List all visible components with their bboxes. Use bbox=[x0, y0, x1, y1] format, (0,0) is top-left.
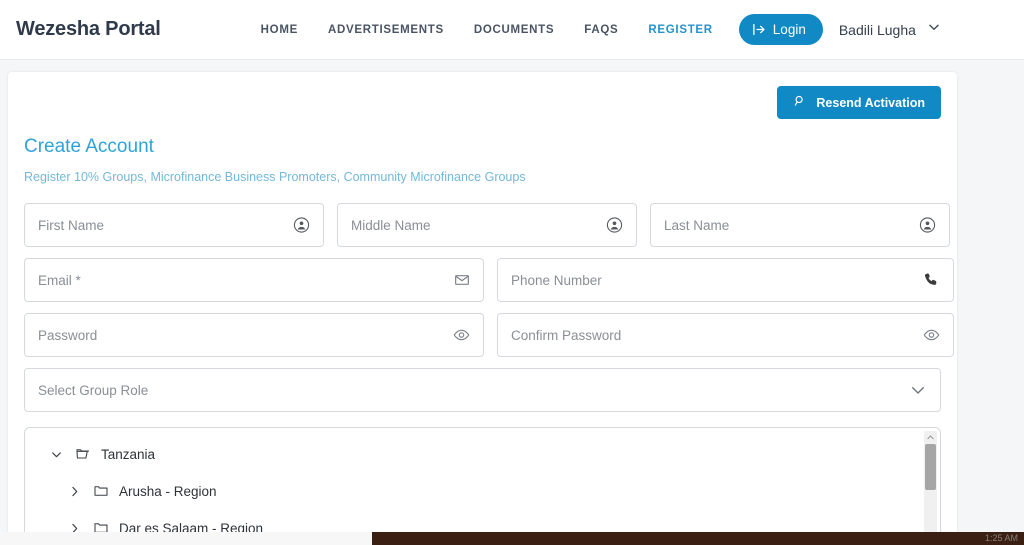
location-tree-list: Tanzania Arusha - Region Dar es Salaam -… bbox=[25, 428, 940, 540]
person-circle-icon bbox=[919, 217, 936, 234]
location-tree: Tanzania Arusha - Region Dar es Salaam -… bbox=[24, 427, 941, 545]
form-row-names: First Name Middle Name Last Name bbox=[24, 203, 950, 247]
chevron-down-icon[interactable] bbox=[49, 447, 75, 462]
folder-icon bbox=[93, 483, 119, 499]
form-row-contact: Email * Phone Number bbox=[24, 258, 954, 302]
email-field[interactable]: Email * bbox=[24, 258, 484, 302]
resend-activation-button[interactable]: Resend Activation bbox=[777, 86, 941, 119]
confirm-password-field[interactable]: Confirm Password bbox=[497, 313, 954, 357]
scroll-up-arrow-icon[interactable] bbox=[924, 431, 937, 443]
first-name-field[interactable]: First Name bbox=[24, 203, 324, 247]
email-placeholder: Email * bbox=[38, 272, 81, 288]
sign-in-icon bbox=[752, 22, 767, 37]
phone-icon bbox=[923, 272, 940, 289]
tree-node-label: Tanzania bbox=[101, 446, 156, 462]
eye-icon[interactable] bbox=[453, 327, 470, 344]
folder-open-icon bbox=[75, 446, 101, 462]
form-row-group-role: Select Group Role bbox=[24, 368, 941, 412]
middle-name-field[interactable]: Middle Name bbox=[337, 203, 637, 247]
nav-item-home[interactable]: HOME bbox=[261, 24, 298, 36]
app-brand-title: Wezesha Portal bbox=[16, 18, 161, 40]
login-button[interactable]: Login bbox=[738, 14, 823, 45]
tree-scrollbar-thumb[interactable] bbox=[925, 444, 936, 490]
nav-item-advertisements[interactable]: ADVERTISEMENTS bbox=[328, 24, 444, 36]
tree-node-tanzania[interactable]: Tanzania bbox=[49, 442, 940, 466]
page-body: Resend Activation Create Account Registe… bbox=[0, 60, 1024, 545]
page-title: Create Account bbox=[24, 136, 154, 157]
nav-item-documents[interactable]: DOCUMENTS bbox=[474, 24, 554, 36]
form-row-passwords: Password Confirm Password bbox=[24, 313, 954, 357]
chevron-down-icon bbox=[909, 381, 927, 399]
last-name-field[interactable]: Last Name bbox=[650, 203, 950, 247]
chevron-right-icon[interactable] bbox=[67, 484, 93, 499]
middle-name-placeholder: Middle Name bbox=[351, 217, 431, 233]
person-circle-icon bbox=[293, 217, 310, 234]
page-subtitle: Register 10% Groups, Microfinance Busine… bbox=[24, 170, 526, 184]
tree-node-label: Arusha - Region bbox=[119, 483, 217, 499]
nav-item-register[interactable]: REGISTER bbox=[648, 24, 712, 36]
phone-placeholder: Phone Number bbox=[511, 272, 602, 288]
password-field[interactable]: Password bbox=[24, 313, 484, 357]
taskbar-window-edge-mid bbox=[372, 532, 1024, 545]
language-switcher[interactable]: Badili Lugha bbox=[839, 20, 941, 39]
tree-scrollbar[interactable] bbox=[924, 431, 937, 541]
nav-item-faqs[interactable]: FAQS bbox=[584, 24, 618, 36]
confirm-password-placeholder: Confirm Password bbox=[511, 327, 622, 343]
language-switcher-label: Badili Lugha bbox=[838, 21, 916, 38]
tree-node-arusha-region[interactable]: Arusha - Region bbox=[67, 479, 940, 503]
resend-activation-label: Resend Activation bbox=[816, 95, 925, 110]
create-account-form: First Name Middle Name Last Name Email *… bbox=[24, 203, 954, 545]
group-role-placeholder: Select Group Role bbox=[38, 382, 149, 398]
os-taskbar-sliver: 1:25 AM bbox=[0, 532, 1024, 545]
taskbar-window-edge-left bbox=[0, 532, 372, 545]
card-toolbar: Resend Activation bbox=[24, 86, 941, 119]
primary-nav: HOME ADVERTISEMENTS DOCUMENTS FAQS REGIS… bbox=[261, 24, 713, 36]
password-placeholder: Password bbox=[38, 327, 98, 343]
chevron-down-icon bbox=[927, 20, 941, 39]
top-navbar: Wezesha Portal HOME ADVERTISEMENTS DOCUM… bbox=[0, 0, 1024, 60]
login-button-label: Login bbox=[772, 22, 806, 37]
create-account-card: Resend Activation Create Account Registe… bbox=[8, 72, 957, 545]
group-role-select[interactable]: Select Group Role bbox=[24, 368, 941, 412]
taskbar-clock: 1:25 AM bbox=[984, 533, 1018, 543]
phone-field[interactable]: Phone Number bbox=[497, 258, 954, 302]
magnifier-icon bbox=[793, 94, 807, 111]
envelope-icon bbox=[454, 272, 470, 288]
last-name-placeholder: Last Name bbox=[664, 217, 730, 233]
first-name-placeholder: First Name bbox=[38, 217, 105, 233]
person-circle-icon bbox=[606, 217, 623, 234]
eye-icon[interactable] bbox=[923, 327, 940, 344]
